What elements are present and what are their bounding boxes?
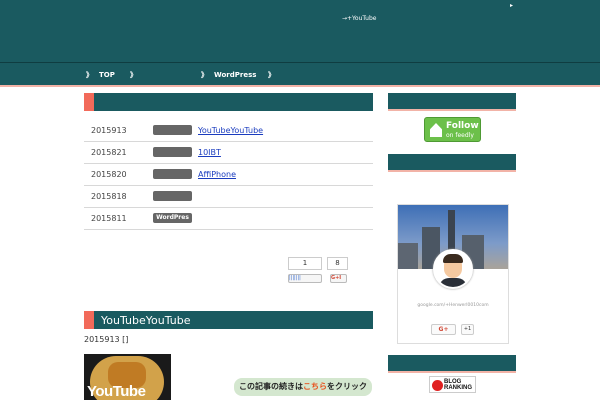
- share-count-left: 1: [288, 257, 322, 270]
- news-link[interactable]: 10IBT: [198, 148, 221, 157]
- thumb-text: YouTube: [87, 383, 146, 400]
- category-badge[interactable]: [153, 169, 192, 179]
- blog-ranking-banner[interactable]: BLOG RANKING: [429, 376, 476, 393]
- feedly-follow-label: Follow: [446, 121, 479, 131]
- feedly-follow-button[interactable]: Follow on feedly: [424, 117, 481, 142]
- nav-item-4[interactable]: 》: [268, 70, 281, 80]
- news-list: 2015913 YouTubeYouTube 2015821 10IBT 201…: [84, 120, 373, 230]
- chevron-right-icon: 》: [86, 71, 93, 79]
- site-header: →+YouTube ▸: [0, 0, 600, 62]
- category-badge[interactable]: [153, 191, 192, 201]
- news-row: 2015821 10IBT: [84, 142, 373, 164]
- site-tagline: →+YouTube: [342, 15, 377, 22]
- continue-text-pre: この記事の続きは: [239, 382, 303, 391]
- post-thumbnail[interactable]: YouTube: [84, 354, 171, 400]
- nav-item-2[interactable]: 》: [130, 70, 143, 80]
- news-date: 2015821: [91, 148, 127, 157]
- continue-reading-button[interactable]: この記事の続きはこちらをクリック: [234, 378, 372, 396]
- feedly-sub-label: on feedly: [446, 132, 474, 139]
- category-badge[interactable]: [153, 125, 192, 135]
- triangle-right-icon[interactable]: ▸: [510, 2, 513, 9]
- sidebar-section-header: [388, 355, 516, 373]
- news-link[interactable]: YouTubeYouTube: [198, 126, 263, 135]
- section-accent: [84, 93, 94, 111]
- category-badge[interactable]: [153, 147, 192, 157]
- news-row: 2015811 WordPres: [84, 208, 373, 230]
- gplus-share-button[interactable]: G+I: [330, 274, 347, 283]
- plus-one-button[interactable]: +1: [461, 324, 474, 335]
- cover-building: [398, 243, 418, 269]
- hatena-bookmark-button[interactable]: |||||||: [288, 274, 322, 283]
- post-title-bar: YouTubeYouTube: [84, 311, 373, 329]
- post-title[interactable]: YouTubeYouTube: [101, 314, 190, 327]
- sidebar-section-header: [388, 154, 516, 172]
- avatar-hair: [443, 254, 463, 263]
- blogrank-line2: RANKING: [444, 385, 472, 391]
- nav-item-label: TOP: [99, 71, 115, 79]
- share-count-right: 8: [327, 257, 348, 270]
- avatar[interactable]: [433, 249, 473, 289]
- feedly-icon: [430, 123, 442, 137]
- global-nav: 》 TOP 》 》 WordPress 》: [0, 62, 600, 87]
- category-badge[interactable]: WordPres: [153, 213, 192, 223]
- chevron-right-icon: 》: [130, 71, 137, 79]
- news-link[interactable]: AffiPhone: [198, 170, 236, 179]
- news-section-header: [84, 93, 373, 111]
- avatar-body: [439, 278, 467, 287]
- chevron-right-icon: 》: [268, 71, 275, 79]
- nav-item-label: WordPress: [214, 71, 257, 79]
- profile-card: google.com/+Henwerl0010com G+ +1: [397, 204, 509, 344]
- sidebar-section-header: [388, 93, 516, 111]
- news-date: 2015820: [91, 170, 127, 179]
- news-date: 2015913: [91, 126, 127, 135]
- news-date: 2015818: [91, 192, 127, 201]
- news-date: 2015811: [91, 214, 127, 223]
- news-row: 2015913 YouTubeYouTube: [84, 120, 373, 142]
- continue-text-post: をクリック: [327, 382, 367, 391]
- section-accent: [84, 311, 94, 329]
- ranking-logo-icon: [432, 380, 443, 391]
- chevron-right-icon: 》: [201, 71, 208, 79]
- continue-text-highlight: こちら: [303, 382, 327, 391]
- news-row: 2015818: [84, 186, 373, 208]
- gplus-follow-button[interactable]: G+: [431, 324, 456, 335]
- profile-url[interactable]: google.com/+Henwerl0010com: [398, 303, 508, 308]
- nav-item-wordpress[interactable]: 》 WordPress: [201, 70, 256, 80]
- nav-item-top[interactable]: 》 TOP: [86, 70, 115, 80]
- news-row: 2015820 AffiPhone: [84, 164, 373, 186]
- post-meta: 2015913 []: [84, 335, 129, 344]
